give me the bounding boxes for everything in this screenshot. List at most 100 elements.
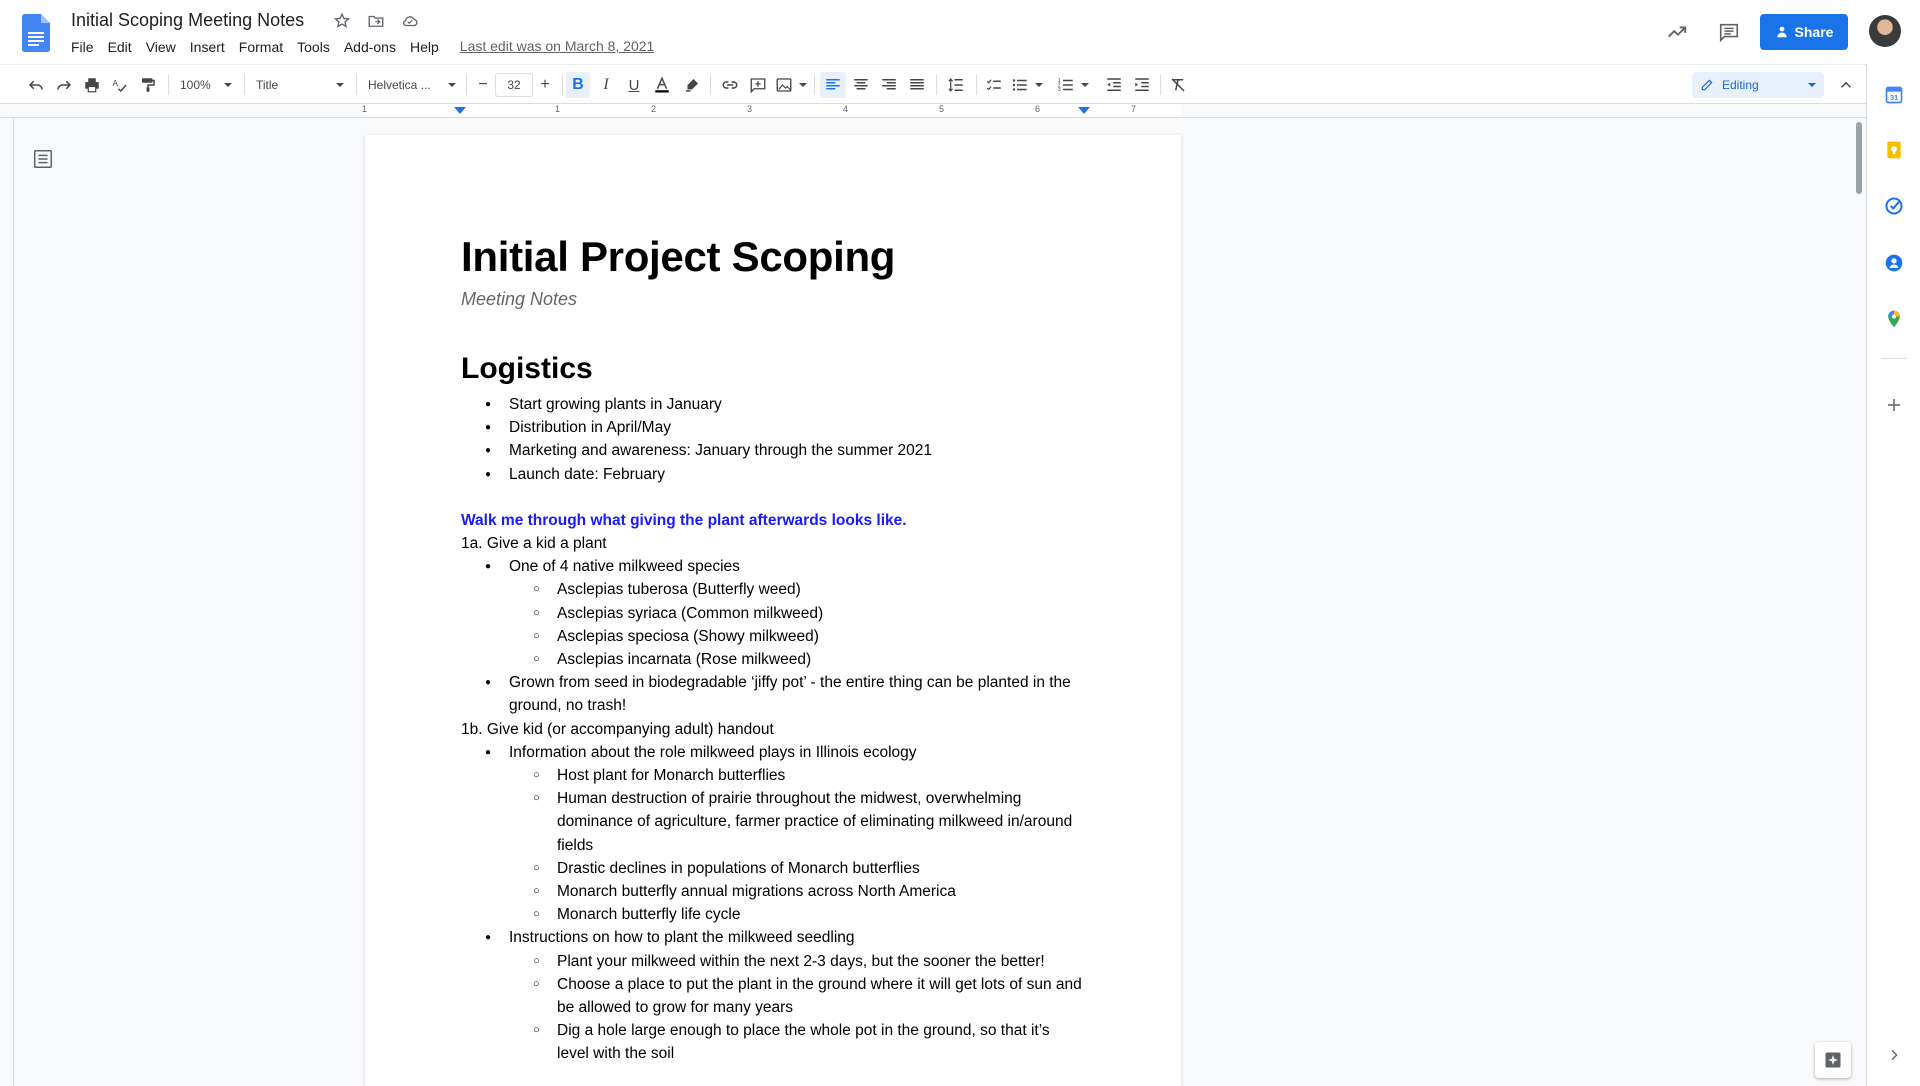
add-comment-icon[interactable] [746, 72, 770, 98]
maps-icon[interactable] [1883, 308, 1905, 330]
list-item: Human destruction of prairie throughout … [461, 787, 1085, 857]
document-title[interactable]: Initial Scoping Meeting Notes [71, 10, 304, 31]
align-right-icon[interactable] [877, 72, 901, 98]
ruler-number: 1 [362, 104, 368, 114]
paint-format-icon[interactable] [136, 72, 160, 98]
menu-tools[interactable]: Tools [290, 38, 337, 56]
ruler-number: 4 [843, 104, 849, 114]
chevron-down-icon [1081, 83, 1089, 87]
section-heading-logistics: Logistics [461, 352, 593, 385]
lock-icon [1776, 26, 1787, 38]
editing-mode-dropdown[interactable]: Editing [1692, 72, 1824, 98]
cloud-saved-icon[interactable] [400, 11, 420, 31]
docs-logo-icon[interactable] [22, 14, 50, 52]
document-outline-icon[interactable] [32, 148, 54, 170]
right-indent-marker[interactable] [1078, 107, 1090, 114]
list-item: Grown from seed in biodegradable ‘jiffy … [461, 671, 1085, 717]
list-item: Asclepias incarnata (Rose milkweed) [461, 648, 1085, 671]
increase-font-size-button[interactable]: + [534, 72, 556, 98]
align-left-icon[interactable] [820, 72, 846, 98]
keep-icon[interactable] [1883, 139, 1905, 161]
star-icon[interactable] [332, 11, 352, 31]
clear-formatting-icon[interactable] [1166, 72, 1190, 98]
checklist-icon[interactable] [982, 72, 1006, 98]
chevron-down-icon [1035, 83, 1043, 87]
ruler-number: 6 [1035, 104, 1041, 114]
walkthrough-heading: Walk me through what giving the plant af… [461, 511, 907, 529]
horizontal-ruler[interactable]: 1 1 2 3 4 5 6 7 [0, 104, 1866, 118]
list-item: Host plant for Monarch butterflies [461, 764, 1085, 787]
undo-icon[interactable] [24, 72, 48, 98]
step-1b-label: 1b. Give kid (or accompanying adult) han… [461, 720, 774, 738]
list-item: Asclepias syriaca (Common milkweed) [461, 602, 1085, 625]
svg-text:A: A [113, 79, 119, 88]
spellcheck-icon[interactable]: A [108, 72, 132, 98]
list-item: Instructions on how to plant the milkwee… [461, 926, 1085, 949]
vertical-ruler [0, 118, 14, 1086]
document-page[interactable]: Initial Project Scoping Meeting Notes Lo… [365, 135, 1181, 1086]
menu-bar: File Edit View Insert Format Tools Add-o… [71, 38, 654, 56]
line-spacing-icon[interactable] [944, 72, 968, 98]
justify-icon[interactable] [905, 72, 929, 98]
side-panel-divider [1881, 358, 1907, 359]
paragraph-style-value: Title [256, 78, 279, 92]
last-edit-link[interactable]: Last edit was on March 8, 2021 [460, 38, 655, 56]
svg-text:3: 3 [1058, 87, 1061, 93]
chevron-up-icon[interactable] [1834, 72, 1858, 98]
list-item: Monarch butterfly annual migrations acro… [461, 880, 1085, 903]
explore-button[interactable] [1815, 1042, 1851, 1078]
numbered-list-icon[interactable]: 123 [1056, 72, 1090, 98]
activity-trend-icon[interactable] [1663, 18, 1691, 46]
insert-link-icon[interactable] [718, 72, 742, 98]
chevron-right-icon[interactable] [1883, 1044, 1905, 1066]
underline-button[interactable]: U [622, 72, 646, 98]
vertical-scrollbar[interactable] [1852, 118, 1866, 1086]
highlight-icon[interactable] [680, 72, 704, 98]
list-item: Drastic declines in populations of Monar… [461, 857, 1085, 880]
svg-text:31: 31 [1890, 93, 1898, 102]
menu-insert[interactable]: Insert [183, 38, 232, 56]
scrollbar-thumb[interactable] [1856, 122, 1862, 194]
tasks-icon[interactable] [1883, 195, 1905, 217]
document-body[interactable]: Initial Project Scoping Meeting Notes Lo… [461, 231, 1085, 1066]
ruler-number: 7 [1131, 104, 1137, 114]
explore-icon [1825, 1052, 1841, 1068]
list-item: Plant your milkweed within the next 2-3 … [461, 950, 1085, 973]
zoom-dropdown[interactable]: 100% [176, 72, 236, 98]
menu-file[interactable]: File [71, 38, 101, 56]
insert-image-icon[interactable] [774, 72, 808, 98]
share-button[interactable]: Share [1760, 14, 1848, 50]
contacts-icon[interactable] [1883, 252, 1905, 274]
align-center-icon[interactable] [849, 72, 873, 98]
list-item: Distribution in April/May [461, 416, 1085, 439]
bold-button[interactable]: B [566, 72, 590, 98]
comments-icon[interactable] [1715, 18, 1743, 46]
decrease-font-size-button[interactable]: − [472, 72, 494, 98]
font-family-dropdown[interactable]: Helvetica ... [364, 72, 460, 98]
redo-icon[interactable] [52, 72, 76, 98]
ruler-track [364, 104, 1181, 117]
account-avatar[interactable] [1869, 15, 1901, 47]
list-item: Information about the role milkweed play… [461, 741, 1085, 764]
menu-addons[interactable]: Add-ons [337, 38, 403, 56]
paragraph-style-dropdown[interactable]: Title [252, 72, 348, 98]
list-item: Asclepias tuberosa (Butterfly weed) [461, 578, 1085, 601]
menu-view[interactable]: View [139, 38, 183, 56]
chevron-down-icon [799, 83, 807, 87]
increase-indent-icon[interactable] [1130, 72, 1154, 98]
font-size-field[interactable]: 32 [494, 72, 534, 98]
share-label: Share [1794, 24, 1834, 40]
bulleted-list-icon[interactable] [1010, 72, 1044, 98]
italic-button[interactable]: I [594, 72, 618, 98]
decrease-indent-icon[interactable] [1102, 72, 1126, 98]
text-color-button[interactable] [650, 72, 674, 98]
left-indent-marker[interactable] [454, 107, 466, 114]
print-icon[interactable] [80, 72, 104, 98]
menu-edit[interactable]: Edit [101, 38, 139, 56]
calendar-icon[interactable]: 31 [1883, 84, 1905, 106]
add-addon-icon[interactable] [1883, 394, 1905, 416]
move-folder-icon[interactable] [366, 11, 386, 31]
list-item: Choose a place to put the plant in the g… [461, 973, 1085, 1019]
menu-format[interactable]: Format [232, 38, 290, 56]
menu-help[interactable]: Help [403, 38, 446, 56]
